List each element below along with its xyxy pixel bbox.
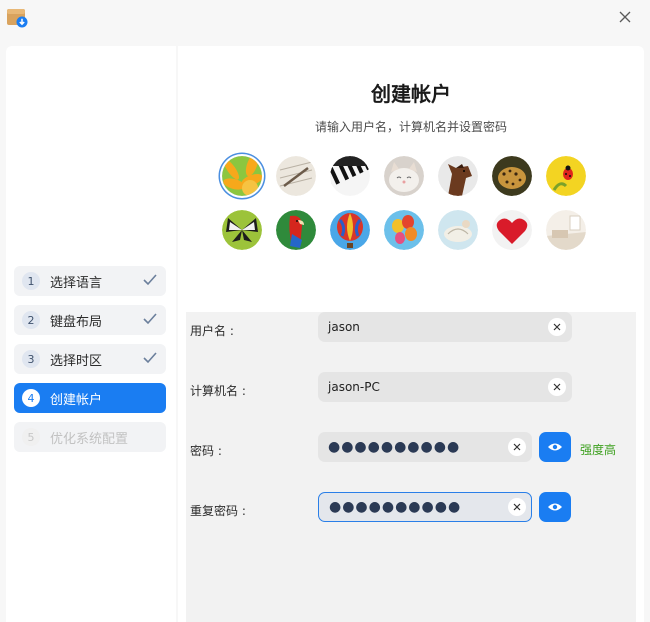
repeat-password-input[interactable]: ●●●●●●●●●● (318, 492, 532, 522)
installer-app-icon (7, 9, 28, 28)
page-title: 创建帐户 (371, 82, 451, 106)
close-button[interactable] (612, 6, 638, 28)
username-value: jason (328, 320, 360, 334)
step-number: 2 (22, 311, 40, 329)
clear-icon (553, 383, 561, 391)
clear-repeat-password-button[interactable] (508, 498, 526, 516)
check-icon (143, 352, 157, 364)
password-strength: 强度高 (580, 443, 617, 457)
hostname-input[interactable]: jason-PC (318, 372, 572, 402)
step-create-account[interactable]: 4 创建帐户 (14, 383, 166, 413)
step-label: 优化系统配置 (50, 431, 129, 447)
step-number: 5 (22, 428, 40, 446)
repeat-password-label: 重复密码 : (190, 504, 246, 518)
clear-icon (513, 503, 521, 511)
avatar-butterfly[interactable] (222, 210, 262, 250)
step-keyboard-layout[interactable]: 2 键盘布局 (14, 305, 166, 335)
username-input[interactable]: jason (318, 312, 572, 342)
eye-icon (548, 443, 562, 451)
password-input[interactable]: ●●●●●●●●●● (318, 432, 532, 462)
clear-password-button[interactable] (508, 438, 526, 456)
close-icon (619, 11, 631, 23)
password-label: 密码 : (190, 444, 222, 458)
step-optimize-system: 5 优化系统配置 (14, 422, 166, 452)
step-select-language[interactable]: 1 选择语言 (14, 266, 166, 296)
step-select-timezone[interactable]: 3 选择时区 (14, 344, 166, 374)
clear-username-button[interactable] (548, 318, 566, 336)
show-password-button[interactable] (539, 432, 571, 462)
avatar-hot-air-balloon[interactable] (330, 210, 370, 250)
avatar-room[interactable] (546, 210, 586, 250)
step-number: 4 (22, 389, 40, 407)
step-label: 创建帐户 (50, 392, 103, 408)
avatar-notebook[interactable] (276, 156, 316, 196)
hostname-label: 计算机名 : (190, 384, 246, 398)
step-label: 选择语言 (50, 275, 103, 291)
avatar-kitten[interactable] (384, 156, 424, 196)
password-mask: ●●●●●●●●●● (328, 439, 461, 455)
avatar-parrot[interactable] (276, 210, 316, 250)
title-bar (0, 0, 650, 38)
step-label: 选择时区 (50, 353, 103, 369)
eye-icon (548, 503, 562, 511)
hostname-value: jason-PC (328, 380, 380, 394)
avatar-sunflower[interactable] (222, 156, 262, 196)
clear-icon (553, 323, 561, 331)
step-label: 键盘布局 (50, 314, 103, 330)
avatar-heart[interactable] (492, 210, 532, 250)
check-icon (143, 274, 157, 286)
step-number: 3 (22, 350, 40, 368)
clear-icon (513, 443, 521, 451)
check-icon (143, 313, 157, 325)
avatar-leopard[interactable] (492, 156, 532, 196)
page-subtitle: 请输入用户名，计算机名并设置密码 (314, 120, 507, 134)
avatar-seashell[interactable] (438, 210, 478, 250)
avatar-ladybug[interactable] (546, 156, 586, 196)
step-number: 1 (22, 272, 40, 290)
show-repeat-password-button[interactable] (539, 492, 571, 522)
repeat-password-mask: ●●●●●●●●●● (329, 499, 462, 515)
username-label: 用户名 : (190, 324, 234, 338)
avatar-balloons[interactable] (384, 210, 424, 250)
avatar-piano[interactable] (330, 156, 370, 196)
create-account-panel: 创建帐户 请输入用户名，计算机名并设置密码 用户名: jason 计算机名:… (178, 46, 644, 622)
clear-hostname-button[interactable] (548, 378, 566, 396)
steps-sidebar: 1 选择语言 2 键盘布局 3 选择时区 4 创建帐户 5 优化系统配置 (6, 46, 176, 622)
avatar-horse[interactable] (438, 156, 478, 196)
account-form: 用户名 : jason 计算机名 : jason-PC 密码 : ●●●●●●●… (186, 312, 636, 622)
